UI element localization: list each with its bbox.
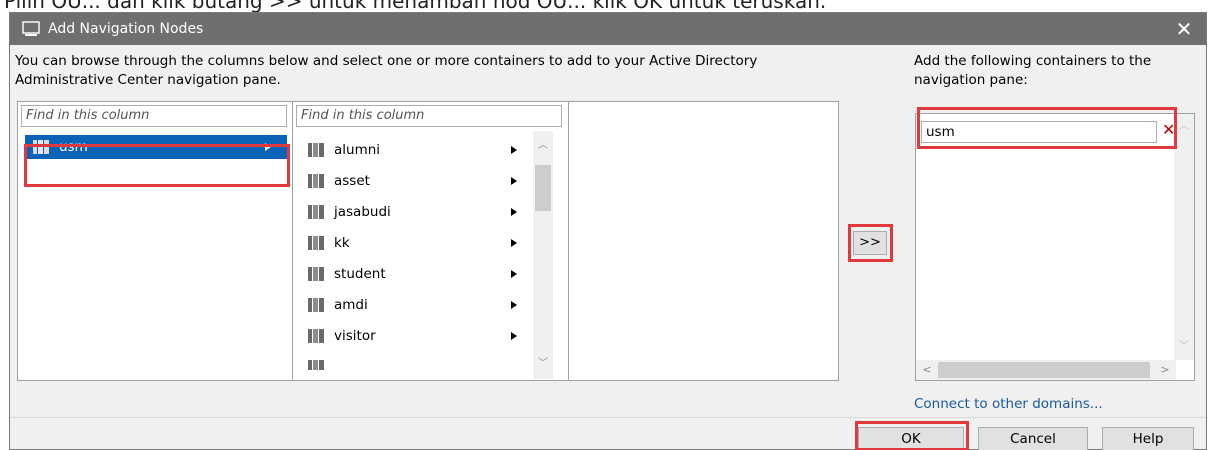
node-label: usm	[59, 139, 88, 155]
node-label: visitor	[334, 328, 376, 344]
scroll-down-icon[interactable]: ﹀	[533, 355, 553, 373]
window-icon	[22, 21, 40, 36]
expand-arrow-icon	[511, 301, 517, 309]
node-label: alumni	[334, 142, 381, 158]
node-label: student	[334, 266, 386, 282]
expand-arrow-icon	[511, 208, 517, 216]
node-label: kk	[334, 235, 350, 251]
cancel-button[interactable]: Cancel	[978, 427, 1088, 450]
connect-other-domains-link[interactable]: Connect to other domains...	[914, 396, 1103, 412]
container-icon	[308, 174, 324, 188]
dialog-title: Add Navigation Nodes	[48, 21, 204, 37]
expand-arrow-icon	[265, 143, 271, 151]
expand-arrow-icon	[511, 177, 517, 185]
add-button[interactable]: >>	[853, 231, 887, 255]
target-description: Add the following containers to the navi…	[914, 53, 1152, 88]
scroll-right-icon[interactable]: >	[1156, 360, 1174, 380]
container-icon	[308, 267, 324, 281]
node-asset[interactable]: asset	[300, 169, 530, 193]
find-in-column-2-input[interactable]: Find in this column	[296, 105, 562, 127]
node-amdi[interactable]: amdi	[300, 293, 530, 317]
add-navigation-nodes-dialog: Add Navigation Nodes ✕ You can browse th…	[9, 12, 1207, 450]
target-containers-list: usm ✕ ︿ ﹀ < >	[915, 113, 1195, 381]
find-in-column-1-input[interactable]: Find in this column	[21, 105, 287, 127]
close-button[interactable]: ✕	[1164, 13, 1204, 45]
expand-arrow-icon	[511, 239, 517, 247]
container-icon	[33, 140, 49, 154]
scroll-thumb[interactable]	[938, 362, 1150, 378]
node-label: jasabudi	[334, 204, 391, 220]
container-icon	[308, 298, 324, 312]
instruction-caption: Pilih OU... dan klik butang >> untuk men…	[4, 0, 827, 12]
target-item-usm[interactable]: usm	[921, 121, 1157, 143]
scroll-left-icon[interactable]: <	[918, 360, 936, 380]
expand-arrow-icon	[511, 146, 517, 154]
ok-button[interactable]: OK	[858, 427, 964, 450]
container-icon	[308, 143, 324, 157]
column-2: Find in this column alumni asset jasabud…	[293, 102, 569, 380]
footer-divider	[10, 417, 1206, 418]
node-usm[interactable]: usm	[25, 135, 287, 159]
node-kk[interactable]: kk	[300, 231, 530, 255]
node-alumni[interactable]: alumni	[300, 138, 530, 162]
container-icon	[308, 360, 324, 370]
node-label: asset	[334, 173, 370, 189]
browse-columns: Find in this column usm Find in this col…	[17, 101, 839, 381]
node-label: amdi	[334, 297, 368, 313]
target-vertical-scrollbar[interactable]: ︿ ﹀	[1174, 114, 1194, 360]
target-horizontal-scrollbar[interactable]: < >	[916, 360, 1176, 380]
scroll-thumb[interactable]	[535, 165, 551, 211]
browse-description: You can browse through the columns below…	[15, 53, 758, 88]
scroll-up-icon[interactable]: ︿	[1174, 118, 1194, 136]
help-button[interactable]: Help	[1102, 427, 1194, 450]
expand-arrow-icon	[511, 270, 517, 278]
container-icon	[308, 236, 324, 250]
column-1: Find in this column usm	[18, 102, 293, 380]
container-icon	[308, 205, 324, 219]
title-bar: Add Navigation Nodes ✕	[10, 13, 1206, 45]
scroll-up-icon[interactable]: ︿	[533, 137, 553, 155]
node-jasabudi[interactable]: jasabudi	[300, 200, 530, 224]
column-3	[569, 102, 838, 380]
node-student[interactable]: student	[300, 262, 530, 286]
column-2-scrollbar[interactable]: ︿ ﹀	[533, 131, 553, 379]
scroll-down-icon[interactable]: ﹀	[1174, 338, 1194, 356]
container-icon	[308, 329, 324, 343]
node-partial	[300, 352, 530, 370]
expand-arrow-icon	[511, 332, 517, 340]
node-visitor[interactable]: visitor	[300, 324, 530, 348]
